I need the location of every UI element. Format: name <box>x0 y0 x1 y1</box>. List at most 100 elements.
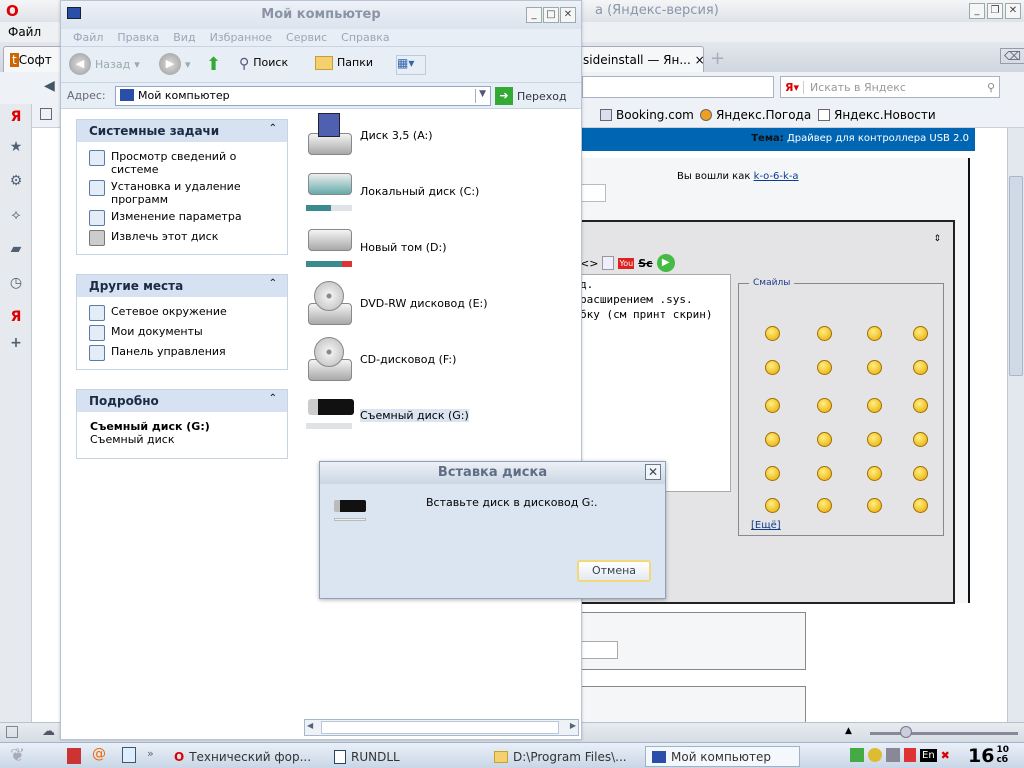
task-change-setting[interactable]: Изменение параметра <box>77 208 287 228</box>
language-indicator[interactable]: En <box>920 748 937 762</box>
tray-monitor-icon[interactable] <box>886 748 900 762</box>
address-input[interactable]: Мой компьютер ▼ <box>115 86 491 106</box>
task-eject-disk[interactable]: Извлечь этот диск <box>77 228 287 248</box>
zoom-slider[interactable] <box>870 732 1018 735</box>
zoom-up-icon[interactable]: ▲ <box>845 726 852 736</box>
taskbar-item-folder[interactable]: D:\Program Files\... <box>488 746 638 767</box>
smiley-icon[interactable] <box>867 398 882 413</box>
yandex-search-field[interactable]: Я▾ Искать в Яндекс ⚲ <box>780 76 1000 98</box>
strike-icon[interactable]: Sc <box>638 257 652 270</box>
settings-gear-icon[interactable]: ⚙ <box>9 174 23 188</box>
smiley-icon[interactable] <box>867 466 882 481</box>
panel-header[interactable]: Другие места ⌃ <box>77 275 287 297</box>
tray-network-icon[interactable] <box>850 748 864 762</box>
smiley-icon[interactable] <box>913 398 928 413</box>
cloud-icon[interactable]: ☁ <box>42 724 55 739</box>
menu-file[interactable]: Файл <box>73 31 103 44</box>
bookmark-booking[interactable]: Booking.com <box>600 108 694 122</box>
drive-c[interactable]: Локальный диск (C:) <box>306 169 479 213</box>
place-control-panel[interactable]: Панель управления <box>77 343 287 363</box>
smiley-icon[interactable] <box>765 398 780 413</box>
quicklaunch-window-icon[interactable] <box>122 747 136 763</box>
tab-close-icon[interactable]: × <box>695 53 703 67</box>
scroll-right-icon[interactable]: ▶ <box>570 721 576 730</box>
opera-logo-icon[interactable]: O <box>6 2 19 20</box>
menu-file[interactable]: Файл <box>8 25 41 39</box>
smiley-icon[interactable] <box>765 432 780 447</box>
menu-view[interactable]: Вид <box>173 31 195 44</box>
share-icon[interactable]: ⟡ <box>9 208 23 222</box>
add-panel-icon[interactable]: + <box>9 336 23 350</box>
zoom-slider-handle[interactable] <box>900 726 912 738</box>
folders-button[interactable]: Папки <box>315 56 373 70</box>
message-textarea[interactable]: д. расширением .sys. бку (см принт скрин) <box>580 274 731 492</box>
drive-e[interactable]: DVD-RW дисковод (E:) <box>306 281 488 325</box>
horizontal-scrollbar[interactable]: ◀ ▶ <box>304 719 579 736</box>
menu-edit[interactable]: Правка <box>117 31 159 44</box>
mail-at-icon[interactable]: @ <box>92 746 106 762</box>
bookmark-news[interactable]: Яндекс.Новости <box>818 108 936 122</box>
search-icon[interactable]: ⚲ <box>987 81 999 94</box>
youtube-icon[interactable]: You <box>618 257 635 269</box>
smiley-icon[interactable] <box>765 498 780 513</box>
start-wing-icon[interactable]: ❦ <box>10 745 25 766</box>
search-button[interactable]: ⚲ Поиск <box>239 56 288 72</box>
close-button[interactable]: ✕ <box>560 7 576 23</box>
smiley-icon[interactable] <box>765 466 780 481</box>
yandex-icon[interactable]: Я <box>9 110 23 124</box>
taskbar-item-opera[interactable]: O Технический фор... <box>168 746 318 767</box>
place-network[interactable]: Сетевое окружение <box>77 303 287 323</box>
forward-button[interactable]: ▶ ▾ <box>159 53 191 75</box>
back-button[interactable]: ◀ Назад ▾ <box>69 53 140 75</box>
tab-soft[interactable]: t Софт <box>3 46 63 72</box>
scrollbar-thumb[interactable] <box>1009 176 1023 376</box>
tab-sideinstall[interactable]: sideinstall — Ян... × <box>576 46 704 72</box>
dialog-title-bar[interactable]: Вставка диска ✕ <box>320 462 665 484</box>
cancel-button[interactable]: Отмена <box>577 560 651 582</box>
clock[interactable]: 16 10 сб <box>968 745 1009 767</box>
more-smileys-link[interactable]: [Ещё] <box>751 520 781 531</box>
close-button[interactable]: ✕ <box>645 464 661 480</box>
smiley-icon[interactable] <box>867 326 882 341</box>
image-icon[interactable] <box>602 256 615 270</box>
menu-tools[interactable]: Сервис <box>286 31 327 44</box>
play-icon[interactable]: ▶ <box>656 254 675 272</box>
smiley-icon[interactable] <box>913 498 928 513</box>
smiley-icon[interactable] <box>817 498 832 513</box>
task-add-remove-programs[interactable]: Установка и удаление программ <box>77 178 287 208</box>
code-icon[interactable]: <> <box>580 257 598 270</box>
explorer-title-bar[interactable]: Мой компьютер _ □ ✕ <box>61 1 581 29</box>
smiley-icon[interactable] <box>765 360 780 375</box>
tray-close-icon[interactable]: ✖ <box>941 749 950 762</box>
username-link[interactable]: k-o-6-k-a <box>754 171 799 182</box>
dropdown-arrow-icon[interactable]: ▼ <box>475 89 486 103</box>
maximize-button[interactable]: □ <box>543 7 559 23</box>
page-scrollbar[interactable] <box>1007 128 1024 722</box>
drive-g[interactable]: Съемный диск (G:) <box>306 393 469 437</box>
notes-icon[interactable]: ▰ <box>9 242 23 256</box>
form-field[interactable] <box>580 641 618 659</box>
smiley-icon[interactable] <box>913 360 928 375</box>
up-folder-icon[interactable]: ⬆ <box>206 54 221 75</box>
resize-arrows-icon[interactable]: ⇕ <box>933 234 941 244</box>
taskbar-item-rundll[interactable]: RUNDLL <box>328 746 478 767</box>
minimize-button[interactable]: _ <box>969 3 985 19</box>
text-field[interactable] <box>580 184 606 202</box>
smiley-icon[interactable] <box>913 326 928 341</box>
smiley-icon[interactable] <box>913 432 928 447</box>
drive-a[interactable]: Диск 3,5 (A:) <box>306 113 433 157</box>
yandex-icon[interactable]: Я <box>9 310 23 324</box>
smiley-icon[interactable] <box>867 432 882 447</box>
smiley-icon[interactable] <box>867 360 882 375</box>
place-my-documents[interactable]: Мои документы <box>77 323 287 343</box>
tray-antivirus-icon[interactable] <box>868 748 882 762</box>
smiley-icon[interactable] <box>765 326 780 341</box>
panel-header[interactable]: Подробно ⌃ <box>77 390 287 412</box>
smiley-icon[interactable] <box>817 466 832 481</box>
more-chevron-icon[interactable]: » <box>147 747 154 760</box>
new-tab-icon[interactable]: + <box>710 48 725 69</box>
quicklaunch-app-icon[interactable] <box>67 748 81 764</box>
smiley-icon[interactable] <box>817 326 832 341</box>
drive-f[interactable]: CD-дисковод (F:) <box>306 337 456 381</box>
panel-toggle-icon[interactable] <box>6 726 18 738</box>
